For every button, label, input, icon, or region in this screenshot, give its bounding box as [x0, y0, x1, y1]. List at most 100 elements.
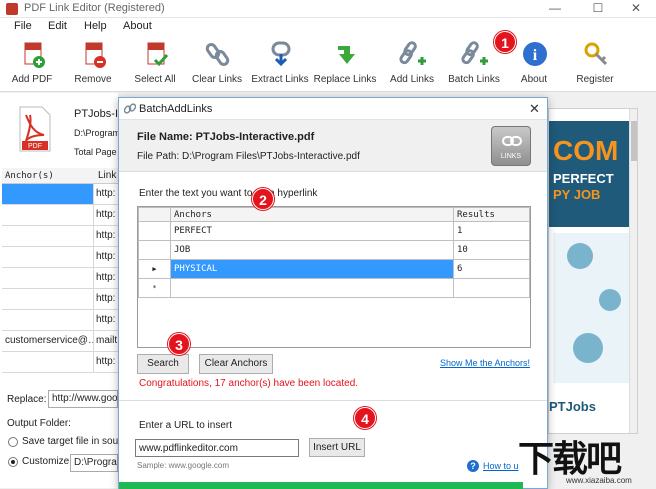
dialog-close-button[interactable]: ✕ [529, 101, 540, 117]
anchor-cell[interactable] [2, 226, 94, 246]
link-cell[interactable]: mailt [96, 335, 117, 346]
how-to-link[interactable]: How to u [483, 461, 519, 471]
links-grid-row[interactable]: http: [2, 184, 118, 205]
links-grid-header: Anchor(s) Link [2, 168, 118, 184]
anchors-table-row[interactable]: JOB 10 [138, 240, 530, 260]
url-sample: Sample: www.google.com [137, 461, 230, 470]
anchors-table-row[interactable]: PERFECT 1 [138, 221, 530, 241]
anchors-column-header[interactable]: Anchors [170, 207, 454, 222]
replace-links-icon [338, 46, 355, 64]
register-label: Register [576, 74, 614, 85]
preview-infographic [553, 233, 629, 383]
anchors-table-row[interactable]: * [138, 278, 530, 298]
anchor-cell[interactable] [2, 205, 94, 225]
url-label: Enter a URL to insert [139, 420, 233, 431]
remove-pdf-icon [85, 42, 106, 68]
anchor-cell[interactable] [2, 247, 94, 267]
pdf-preview-pane: COM PERFECT PY JOB PTJobs [548, 108, 638, 434]
clear-anchors-button[interactable]: Clear Anchors [199, 354, 273, 374]
links-grid-row[interactable]: http: [2, 352, 118, 373]
show-anchors-link[interactable]: Show Me the Anchors! [440, 358, 530, 368]
anchor-cell[interactable] [170, 278, 454, 298]
file-name: PTJobs-In [74, 108, 125, 120]
replace-links-button[interactable]: Replace Links [314, 38, 376, 90]
result-cell [453, 278, 530, 298]
link-cell[interactable]: http: [96, 251, 115, 262]
output-path-input[interactable]: D:\Progran [70, 454, 118, 472]
links-grid-row[interactable]: http: [2, 247, 118, 268]
row-marker [138, 240, 171, 260]
anchor-cell[interactable]: JOB [170, 240, 454, 260]
maximize-button[interactable]: ☐ [578, 0, 618, 18]
menu-help[interactable]: Help [84, 20, 107, 32]
link-cell[interactable]: http: [96, 356, 115, 367]
callout-1: 1 [494, 31, 516, 53]
clear-links-icon [205, 43, 230, 66]
anchor-prompt: Enter the text you want to t a hyperlink [139, 188, 318, 199]
url-input[interactable]: www.pdflinkeditor.com [135, 439, 299, 457]
watermark-logo: 下载吧 [518, 438, 622, 479]
link-cell[interactable]: http: [96, 188, 115, 199]
links-grid-row[interactable]: http: [2, 310, 118, 331]
menu-file[interactable]: File [14, 20, 32, 32]
add-links-icon [399, 41, 426, 65]
output-folder-label: Output Folder: [7, 418, 71, 429]
anchor-cell[interactable] [2, 310, 94, 330]
link-cell[interactable]: http: [96, 272, 115, 283]
anchor-cell[interactable]: PHYSICAL [170, 259, 454, 279]
anchor-cell[interactable]: PERFECT [170, 221, 454, 241]
batch-add-links-dialog: BatchAddLinks ✕ File Name: PTJobs-Intera… [118, 97, 548, 489]
extract-links-button[interactable]: Extract Links [249, 38, 311, 90]
help-icon[interactable]: ? [467, 460, 479, 472]
anchors-table: Anchors Results PERFECT 1 JOB 10 ▶ PHYSICAL 6 * [137, 206, 531, 348]
anchor-cell[interactable] [2, 289, 94, 309]
dialog-title-bar: BatchAddLinks ✕ [119, 98, 547, 120]
callout-2: 2 [252, 188, 274, 210]
close-button[interactable]: ✕ [616, 0, 656, 18]
save-in-source-radio[interactable] [8, 437, 18, 447]
dialog-title: BatchAddLinks [139, 103, 213, 115]
links-grid-row[interactable]: http: [2, 226, 118, 247]
link-cell[interactable]: http: [96, 314, 115, 325]
links-grid-row[interactable]: http: [2, 289, 118, 310]
preview-scrollbar[interactable] [629, 109, 637, 433]
preview-brand: PTJobs [549, 399, 596, 414]
pdf-file-icon: PDF [19, 106, 51, 152]
customize-label: Customize: [22, 456, 73, 467]
replace-input[interactable]: http://www.goo [48, 390, 118, 408]
dialog-divider [119, 400, 547, 401]
anchors-table-row[interactable]: ▶ PHYSICAL 6 [138, 259, 530, 279]
status-message: Congratulations, 17 anchor(s) have been … [139, 378, 359, 389]
links-grid-row[interactable]: http: [2, 268, 118, 289]
row-marker: ▶ [138, 259, 171, 279]
insert-url-button[interactable]: Insert URL [309, 438, 365, 457]
anchor-cell[interactable] [2, 184, 94, 204]
anchor-cell[interactable] [2, 268, 94, 288]
customize-radio[interactable] [8, 457, 18, 467]
link-cell[interactable]: http: [96, 293, 115, 304]
anchor-cell[interactable]: customerservice@… [2, 331, 94, 351]
links-grid-row[interactable]: customerservice@… mailt [2, 331, 118, 352]
dialog-file-path: File Path: D:\Program Files\PTJobs-Inter… [137, 151, 360, 162]
link-column-header[interactable]: Link [98, 170, 116, 181]
file-path: D:\Program [74, 128, 121, 138]
menu-edit[interactable]: Edit [48, 20, 67, 32]
callout-3: 3 [168, 333, 190, 355]
links-grid-row[interactable]: http: [2, 205, 118, 226]
search-button[interactable]: Search [137, 354, 189, 374]
minimize-button[interactable]: — [535, 0, 575, 18]
window-title: PDF Link Editor (Registered) [24, 2, 165, 14]
link-cell[interactable]: http: [96, 230, 115, 241]
link-cell[interactable]: http: [96, 209, 115, 220]
app-logo-icon [6, 3, 18, 15]
register-button[interactable]: Register [564, 38, 626, 90]
preview-text-job: PY JOB [553, 187, 601, 202]
results-column-header[interactable]: Results [453, 207, 530, 222]
preview-text-perfect: PERFECT [553, 171, 614, 186]
svg-text:PDF: PDF [28, 143, 42, 150]
watermark-url: www.xiazaiba.com [566, 476, 632, 485]
anchor-column-header[interactable]: Anchor(s) [5, 171, 54, 181]
links-badge-icon: LINKS [491, 126, 531, 166]
anchor-cell[interactable] [2, 352, 94, 372]
menu-about[interactable]: About [123, 20, 152, 32]
